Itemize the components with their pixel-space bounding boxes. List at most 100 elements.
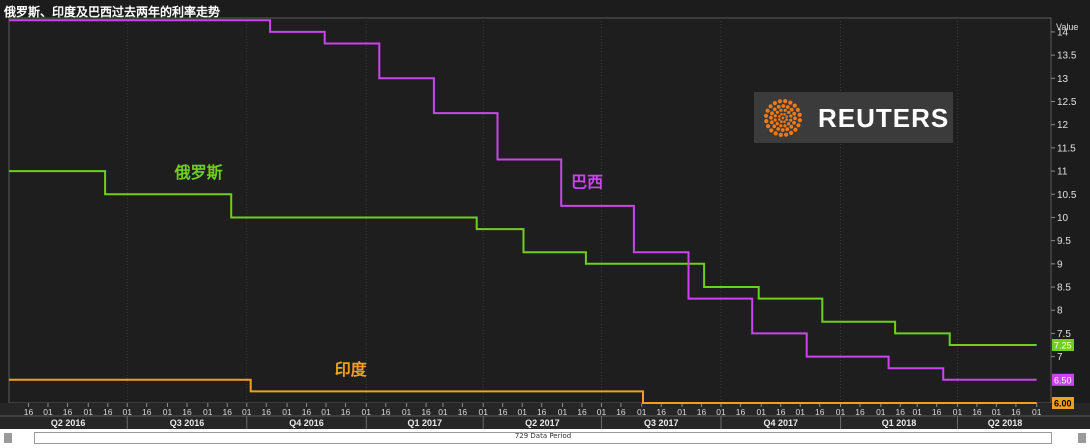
logo-dot [789, 130, 794, 135]
status-bar: 729 Data Period [0, 429, 1090, 448]
period-scroll-right-handle[interactable] [1078, 433, 1086, 443]
x-tick-label: 01 [1032, 407, 1042, 417]
x-tick-label: 16 [815, 407, 825, 417]
x-tick-label: 01 [836, 407, 846, 417]
x-quarter-label: Q1 2018 [882, 418, 917, 428]
y-tick-label: 13.5 [1057, 51, 1077, 62]
x-quarter-label: Q3 2016 [170, 418, 205, 428]
x-tick-label: 01 [163, 407, 173, 417]
logo-dot [789, 124, 794, 129]
x-tick-label: 01 [84, 407, 94, 417]
x-tick-label: 01 [597, 407, 607, 417]
x-tick-label: 16 [421, 407, 431, 417]
y-tick-label: 8 [1057, 306, 1063, 317]
logo-dot [769, 120, 774, 125]
logo-dot [787, 122, 791, 126]
x-tick-label: 01 [637, 407, 647, 417]
series-label: 巴西 [571, 172, 603, 191]
series-label: 俄罗斯 [174, 163, 223, 182]
logo-dot [777, 99, 782, 104]
y-axis-label: Value [1056, 22, 1078, 32]
x-tick-label: 01 [757, 407, 767, 417]
logo-dot [778, 118, 781, 121]
y-tick-label: 13 [1057, 74, 1069, 85]
x-tick-label: 16 [697, 407, 707, 417]
logo-dot [773, 114, 777, 118]
x-tick-label: 16 [341, 407, 351, 417]
logo-dot [787, 110, 791, 114]
logo-dot [783, 113, 786, 116]
logo-dot [770, 111, 774, 116]
y-tick-label: 11 [1057, 167, 1068, 178]
logo-dot [789, 114, 793, 118]
chart-canvas: 77.588.599.51010.51111.51212.51313.514Va… [0, 17, 1090, 429]
logo-dot [785, 105, 790, 109]
logo-dot [780, 128, 785, 132]
logo-dot [781, 104, 786, 108]
logo-dot [779, 124, 783, 128]
x-tick-label: 01 [517, 407, 527, 417]
x-tick-label: 01 [438, 407, 448, 417]
plot-area [8, 17, 1052, 404]
data-period-scrollbar[interactable]: 729 Data Period [34, 432, 1052, 444]
y-tick-label: 12.5 [1057, 97, 1077, 108]
x-tick-label: 16 [972, 407, 982, 417]
y-tick-label: 7.5 [1057, 329, 1071, 340]
logo-dot [773, 118, 777, 122]
logo-dot [768, 104, 773, 109]
x-tick-label: 01 [953, 407, 963, 417]
reuters-logo: REUTERS [754, 92, 953, 143]
reuters-wordmark: REUTERS [818, 103, 950, 133]
logo-dot [785, 115, 788, 118]
x-tick-label: 16 [63, 407, 73, 417]
x-quarter-label: Q4 2016 [289, 418, 324, 428]
x-tick-label: 16 [855, 407, 865, 417]
logo-dot [769, 115, 773, 120]
logo-dot [797, 112, 802, 117]
x-quarter-label: Q2 2016 [51, 418, 86, 428]
logo-dot [792, 111, 797, 116]
x-tick-label: 01 [402, 407, 412, 417]
logo-dot [783, 124, 787, 128]
x-tick-label: 01 [876, 407, 886, 417]
x-tick-label: 01 [716, 407, 726, 417]
logo-dot [788, 100, 793, 105]
series-label: 印度 [335, 360, 368, 379]
x-tick-label: 01 [242, 407, 252, 417]
logo-dot [776, 104, 781, 109]
y-tick-label: 9 [1057, 259, 1063, 270]
x-tick-label: 01 [992, 407, 1002, 417]
x-quarter-label: Q3 2017 [644, 418, 679, 428]
logo-dot [781, 116, 785, 120]
x-tick-label: 16 [24, 407, 34, 417]
logo-dot [796, 123, 801, 128]
logo-dot [780, 120, 783, 123]
x-tick-label: 16 [262, 407, 272, 417]
logo-dot [792, 120, 796, 125]
y-tick-label: 10 [1057, 213, 1069, 224]
x-tick-label: 01 [122, 407, 132, 417]
x-tick-label: 16 [223, 407, 233, 417]
x-tick-label: 16 [1011, 407, 1021, 417]
logo-dot [764, 113, 769, 118]
logo-dot [775, 110, 779, 114]
period-scroll-left-handle[interactable] [4, 433, 12, 443]
logo-dot [773, 131, 778, 136]
logo-dot [783, 108, 787, 112]
logo-dot [772, 124, 777, 129]
last-value-label: 6.00 [1054, 399, 1072, 409]
logo-dot [764, 119, 769, 124]
x-tick-label: 16 [182, 407, 192, 417]
x-tick-label: 01 [321, 407, 331, 417]
x-tick-label: 01 [912, 407, 922, 417]
x-tick-label: 16 [656, 407, 666, 417]
x-tick-label: 01 [282, 407, 292, 417]
x-tick-label: 16 [577, 407, 587, 417]
y-tick-label: 10.5 [1057, 190, 1077, 201]
x-tick-label: 16 [616, 407, 626, 417]
logo-dot [784, 132, 789, 137]
logo-dot [789, 118, 793, 122]
logo-dot [793, 116, 797, 121]
x-tick-label: 01 [478, 407, 488, 417]
x-quarter-label: Q1 2017 [407, 418, 442, 428]
